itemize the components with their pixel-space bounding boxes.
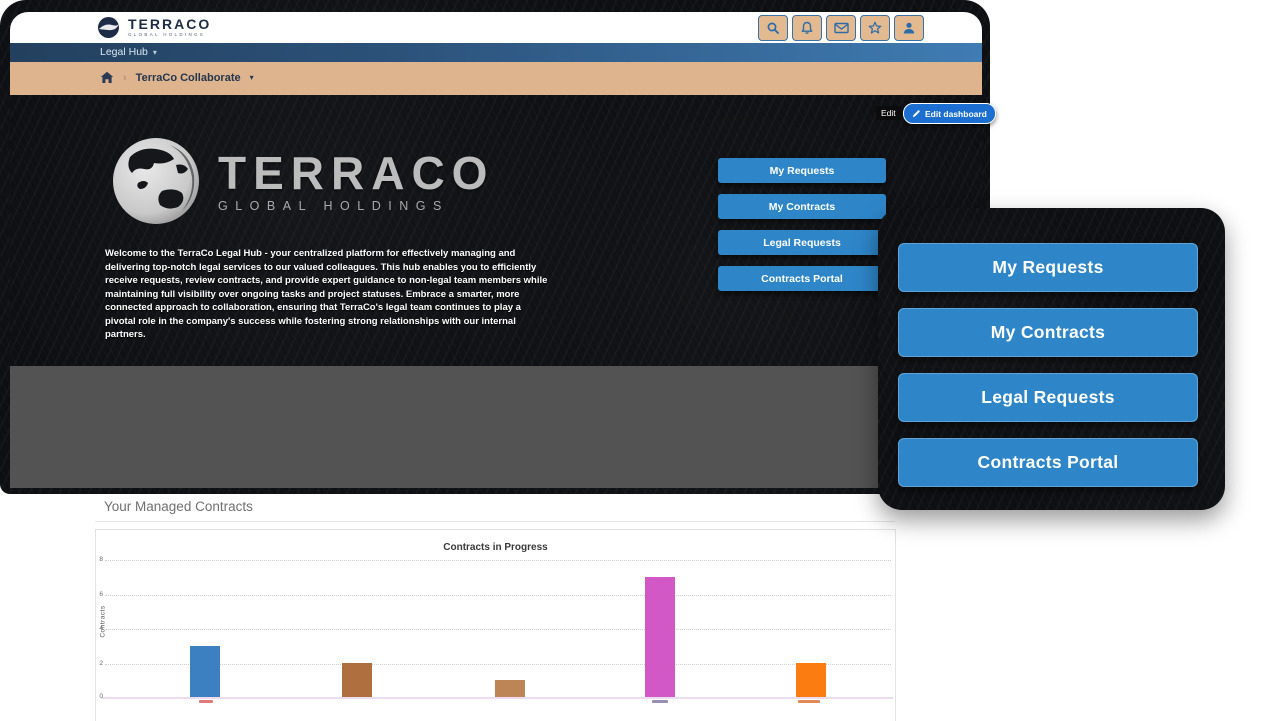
clipped-x-label-fragment <box>798 700 820 703</box>
nav-item-label: Legal Hub <box>100 46 148 58</box>
edit-tooltip: Edit <box>876 106 901 120</box>
bell-icon <box>800 21 814 35</box>
contracts-chart: Contracts in Progress Contracts 8 6 4 2 … <box>95 529 896 721</box>
legal-requests-button-large[interactable]: Legal Requests <box>898 373 1198 422</box>
globe-swoosh-icon <box>96 15 121 40</box>
hero-brand-tagline: GLOBAL HOLDINGS <box>218 199 494 213</box>
my-requests-button[interactable]: My Requests <box>718 158 886 183</box>
home-icon[interactable] <box>100 71 114 84</box>
breadcrumb: › TerraCo Collaborate ▾ <box>100 71 254 84</box>
legal-requests-button[interactable]: Legal Requests <box>718 230 886 255</box>
section-title: Your Managed Contracts <box>104 499 253 514</box>
x-axis-line <box>101 697 893 699</box>
hero-banner: TERRACO GLOBAL HOLDINGS Welcome to the T… <box>10 95 982 366</box>
bar-group <box>96 530 895 697</box>
star-icon <box>868 21 882 35</box>
edit-dashboard-label: Edit dashboard <box>925 109 987 119</box>
top-header-bar: TERRACO GLOBAL HOLDINGS <box>10 12 982 43</box>
pencil-icon <box>912 109 921 118</box>
quick-links-overlay-panel: My Requests My Contracts Legal Requests … <box>878 208 1225 510</box>
stats-strip: Ongoing Legal Requests 63 Urgent Request… <box>10 366 982 488</box>
section-divider <box>95 521 895 522</box>
favorites-button[interactable] <box>860 15 890 41</box>
user-button[interactable] <box>894 15 924 41</box>
notifications-button[interactable] <box>792 15 822 41</box>
hero-brand-name: TERRACO <box>218 150 494 196</box>
chevron-down-icon[interactable]: ▾ <box>250 73 254 82</box>
edit-dashboard-button[interactable]: Edit dashboard <box>903 103 996 124</box>
mail-icon <box>834 22 849 34</box>
welcome-text: Welcome to the TerraCo Legal Hub - your … <box>105 247 553 342</box>
chart-bar-4 <box>645 577 675 697</box>
search-button[interactable] <box>758 15 788 41</box>
search-icon <box>766 21 780 35</box>
contracts-portal-button-large[interactable]: Contracts Portal <box>898 438 1198 487</box>
hero-logo: TERRACO GLOBAL HOLDINGS <box>110 135 494 227</box>
user-icon <box>902 21 916 35</box>
clipped-x-label-fragment <box>199 700 213 703</box>
clipped-x-label-fragment <box>652 700 668 703</box>
company-logo[interactable]: TERRACO GLOBAL HOLDINGS <box>96 15 211 40</box>
header-icon-row <box>758 15 924 41</box>
breadcrumb-item-terraco-collaborate[interactable]: TerraCo Collaborate <box>136 72 241 84</box>
globe-graphic <box>110 135 202 227</box>
nav-item-legal-hub[interactable]: Legal Hub ▾ <box>100 46 157 58</box>
chart-bar-5 <box>796 663 826 697</box>
brand-tagline: GLOBAL HOLDINGS <box>128 32 211 37</box>
brand-name: TERRACO <box>128 18 211 31</box>
page: TERRACO GLOBAL HOLDINGS <box>0 0 1280 721</box>
chevron-down-icon: ▾ <box>153 48 157 57</box>
breadcrumb-bar: › TerraCo Collaborate ▾ <box>10 62 982 95</box>
chart-bar-3 <box>495 680 525 697</box>
chart-bar-1 <box>190 646 220 697</box>
breadcrumb-separator: › <box>123 72 127 84</box>
my-contracts-button[interactable]: My Contracts <box>718 194 886 219</box>
mail-button[interactable] <box>826 15 856 41</box>
contracts-portal-button[interactable]: Contracts Portal <box>718 266 886 291</box>
main-nav-bar: Legal Hub ▾ <box>10 43 982 62</box>
chart-bar-2 <box>342 663 372 697</box>
my-contracts-button-large[interactable]: My Contracts <box>898 308 1198 357</box>
my-requests-button-large[interactable]: My Requests <box>898 243 1198 292</box>
